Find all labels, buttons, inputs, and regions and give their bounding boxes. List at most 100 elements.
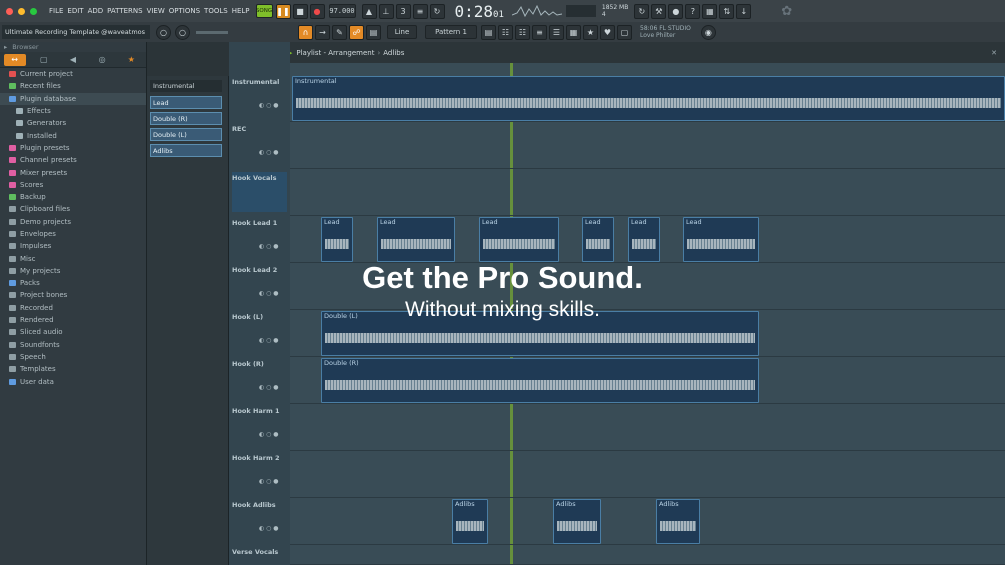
- browser-item-effects[interactable]: Effects: [0, 105, 146, 117]
- audio-clip[interactable]: Lead: [377, 217, 455, 262]
- browser-item-soundfonts[interactable]: Soundfonts: [0, 339, 146, 351]
- tab-plugins[interactable]: ◎: [91, 54, 113, 66]
- browser-item-demo-projects[interactable]: Demo projects: [0, 216, 146, 228]
- track-mute-solo-icons[interactable]: ◐ ○ ●: [259, 102, 279, 109]
- snap-select[interactable]: Line: [387, 25, 417, 39]
- menu-options[interactable]: OPTIONS: [169, 7, 200, 15]
- plugin-picker-icon[interactable]: ▦: [566, 24, 581, 40]
- record-button[interactable]: ●: [309, 3, 325, 19]
- step-edit-icon[interactable]: ≡: [412, 3, 428, 19]
- tools-icon[interactable]: ⚒: [651, 3, 667, 19]
- pattern-song-toggle[interactable]: SONG: [255, 4, 273, 18]
- online-icon[interactable]: ◉: [700, 24, 716, 40]
- track-header-label[interactable]: Hook Harm 2: [232, 454, 287, 462]
- tab-all[interactable]: ↔: [3, 53, 26, 66]
- browser-item-templates[interactable]: Templates: [0, 363, 146, 375]
- microphone-icon[interactable]: ●: [668, 3, 684, 19]
- menu-tools[interactable]: TOOLS: [204, 7, 228, 15]
- tab-project[interactable]: ▢: [33, 54, 55, 66]
- plugin-icon[interactable]: ⇅: [719, 3, 735, 19]
- browser-icon[interactable]: ☰: [549, 24, 564, 40]
- browser-item-impulses[interactable]: Impulses: [0, 240, 146, 252]
- browser-item-plugin-presets[interactable]: Plugin presets: [0, 142, 146, 154]
- browser-item-scores[interactable]: Scores: [0, 179, 146, 191]
- zoom-window-button[interactable]: [30, 7, 37, 15]
- track-mute-solo-icons[interactable]: ◐ ○ ●: [259, 525, 279, 532]
- stop-button[interactable]: ■: [292, 3, 308, 19]
- playlist-lane[interactable]: [290, 498, 1005, 545]
- playlist-lane[interactable]: [290, 451, 1005, 498]
- master-pitch-knob[interactable]: ○: [156, 24, 171, 40]
- track-header-label[interactable]: Hook Vocals: [232, 172, 287, 212]
- track-mute-solo-icons[interactable]: ◐ ○ ●: [259, 384, 279, 391]
- audio-clip[interactable]: Adlibs: [553, 499, 601, 544]
- tab-starred[interactable]: ★: [120, 54, 142, 66]
- playlist-icon[interactable]: ▤: [481, 24, 496, 40]
- browser-item-mixer-presets[interactable]: Mixer presets: [0, 166, 146, 178]
- track-mute-solo-icons[interactable]: ◐ ○ ●: [259, 243, 279, 250]
- wait-input-icon[interactable]: ⊥: [378, 3, 394, 19]
- playlist-lane[interactable]: [290, 169, 1005, 216]
- audio-clip[interactable]: Lead: [683, 217, 759, 262]
- browser-item-plugin-database[interactable]: Plugin database: [0, 92, 146, 105]
- tempo-field[interactable]: 97.000: [328, 4, 356, 18]
- track-mute-solo-icons[interactable]: ◐ ○ ●: [259, 478, 279, 485]
- menu-edit[interactable]: EDIT: [67, 7, 83, 15]
- playlist-close-icon[interactable]: ✕: [991, 49, 997, 57]
- channel-adlibs[interactable]: Adlibs: [150, 144, 222, 157]
- menu-patterns[interactable]: PATTERNS: [107, 7, 142, 15]
- track-header-label[interactable]: Verse Vocals: [232, 548, 287, 556]
- browser-item-installed[interactable]: Installed: [0, 129, 146, 141]
- loop-record-icon[interactable]: ↻: [429, 3, 445, 19]
- track-header-label[interactable]: Instrumental: [232, 78, 287, 86]
- audio-clip[interactable]: Lead: [628, 217, 660, 262]
- browser-item-envelopes[interactable]: Envelopes: [0, 228, 146, 240]
- play-button[interactable]: ❚❚: [275, 3, 291, 19]
- brush-icon[interactable]: ✎: [332, 24, 347, 40]
- browser-item-current-project[interactable]: Current project: [0, 68, 146, 80]
- help-icon[interactable]: ?: [685, 3, 701, 19]
- shop-icon[interactable]: ▢: [617, 24, 632, 40]
- browser-item-channel-presets[interactable]: Channel presets: [0, 154, 146, 166]
- slide-icon[interactable]: →: [315, 24, 330, 40]
- browser-item-user-data[interactable]: User data: [0, 375, 146, 387]
- channel-rack-icon[interactable]: ☷: [515, 24, 530, 40]
- master-volume-knob[interactable]: ○: [175, 24, 190, 40]
- playlist-lane[interactable]: [290, 404, 1005, 451]
- track-header-label[interactable]: REC: [232, 125, 287, 133]
- channel-lead[interactable]: Lead: [150, 96, 222, 109]
- refresh-icon[interactable]: ↻: [634, 3, 650, 19]
- menu-add[interactable]: ADD: [88, 7, 104, 15]
- track-mute-solo-icons[interactable]: ◐ ○ ●: [259, 431, 279, 438]
- browser-item-backup[interactable]: Backup: [0, 191, 146, 203]
- audio-clip[interactable]: Adlibs: [452, 499, 488, 544]
- audio-clip[interactable]: Instrumental: [292, 76, 1005, 121]
- audio-clip[interactable]: Lead: [582, 217, 614, 262]
- metronome-icon[interactable]: ▲: [361, 3, 377, 19]
- menu-view[interactable]: VIEW: [147, 7, 165, 15]
- stamp-icon[interactable]: ▤: [366, 24, 381, 40]
- tab-current-project[interactable]: ◀: [62, 54, 84, 66]
- track-header-label[interactable]: Hook Adlibs: [232, 501, 287, 509]
- playlist-lane[interactable]: [290, 545, 1005, 565]
- snap-magnet-icon[interactable]: ∩: [298, 24, 313, 40]
- audio-clip[interactable]: Adlibs: [656, 499, 700, 544]
- menu-file[interactable]: FILE: [49, 7, 63, 15]
- tempo-tapper-icon[interactable]: ♥: [600, 24, 615, 40]
- minimize-window-button[interactable]: [18, 7, 25, 15]
- audio-clip[interactable]: Lead: [479, 217, 559, 262]
- touch-keyboard-icon[interactable]: ★: [583, 24, 598, 40]
- countdown-icon[interactable]: 3: [395, 3, 411, 19]
- browser-item-speech[interactable]: Speech: [0, 351, 146, 363]
- track-header-label[interactable]: Hook Harm 1: [232, 407, 287, 415]
- pattern-select[interactable]: Pattern 1: [425, 25, 477, 39]
- browser-item-clipboard-files[interactable]: Clipboard files: [0, 203, 146, 215]
- browser-item-sliced-audio[interactable]: Sliced audio: [0, 326, 146, 338]
- browser-menu-icon[interactable]: ▸: [4, 43, 7, 51]
- track-mute-solo-icons[interactable]: ◐ ○ ●: [259, 149, 279, 156]
- browser-item-recent-files[interactable]: Recent files: [0, 80, 146, 92]
- save-icon[interactable]: ▦: [702, 3, 718, 19]
- playlist-lane[interactable]: [290, 122, 1005, 169]
- master-volume-slider[interactable]: [196, 30, 228, 34]
- browser-item-generators[interactable]: Generators: [0, 117, 146, 129]
